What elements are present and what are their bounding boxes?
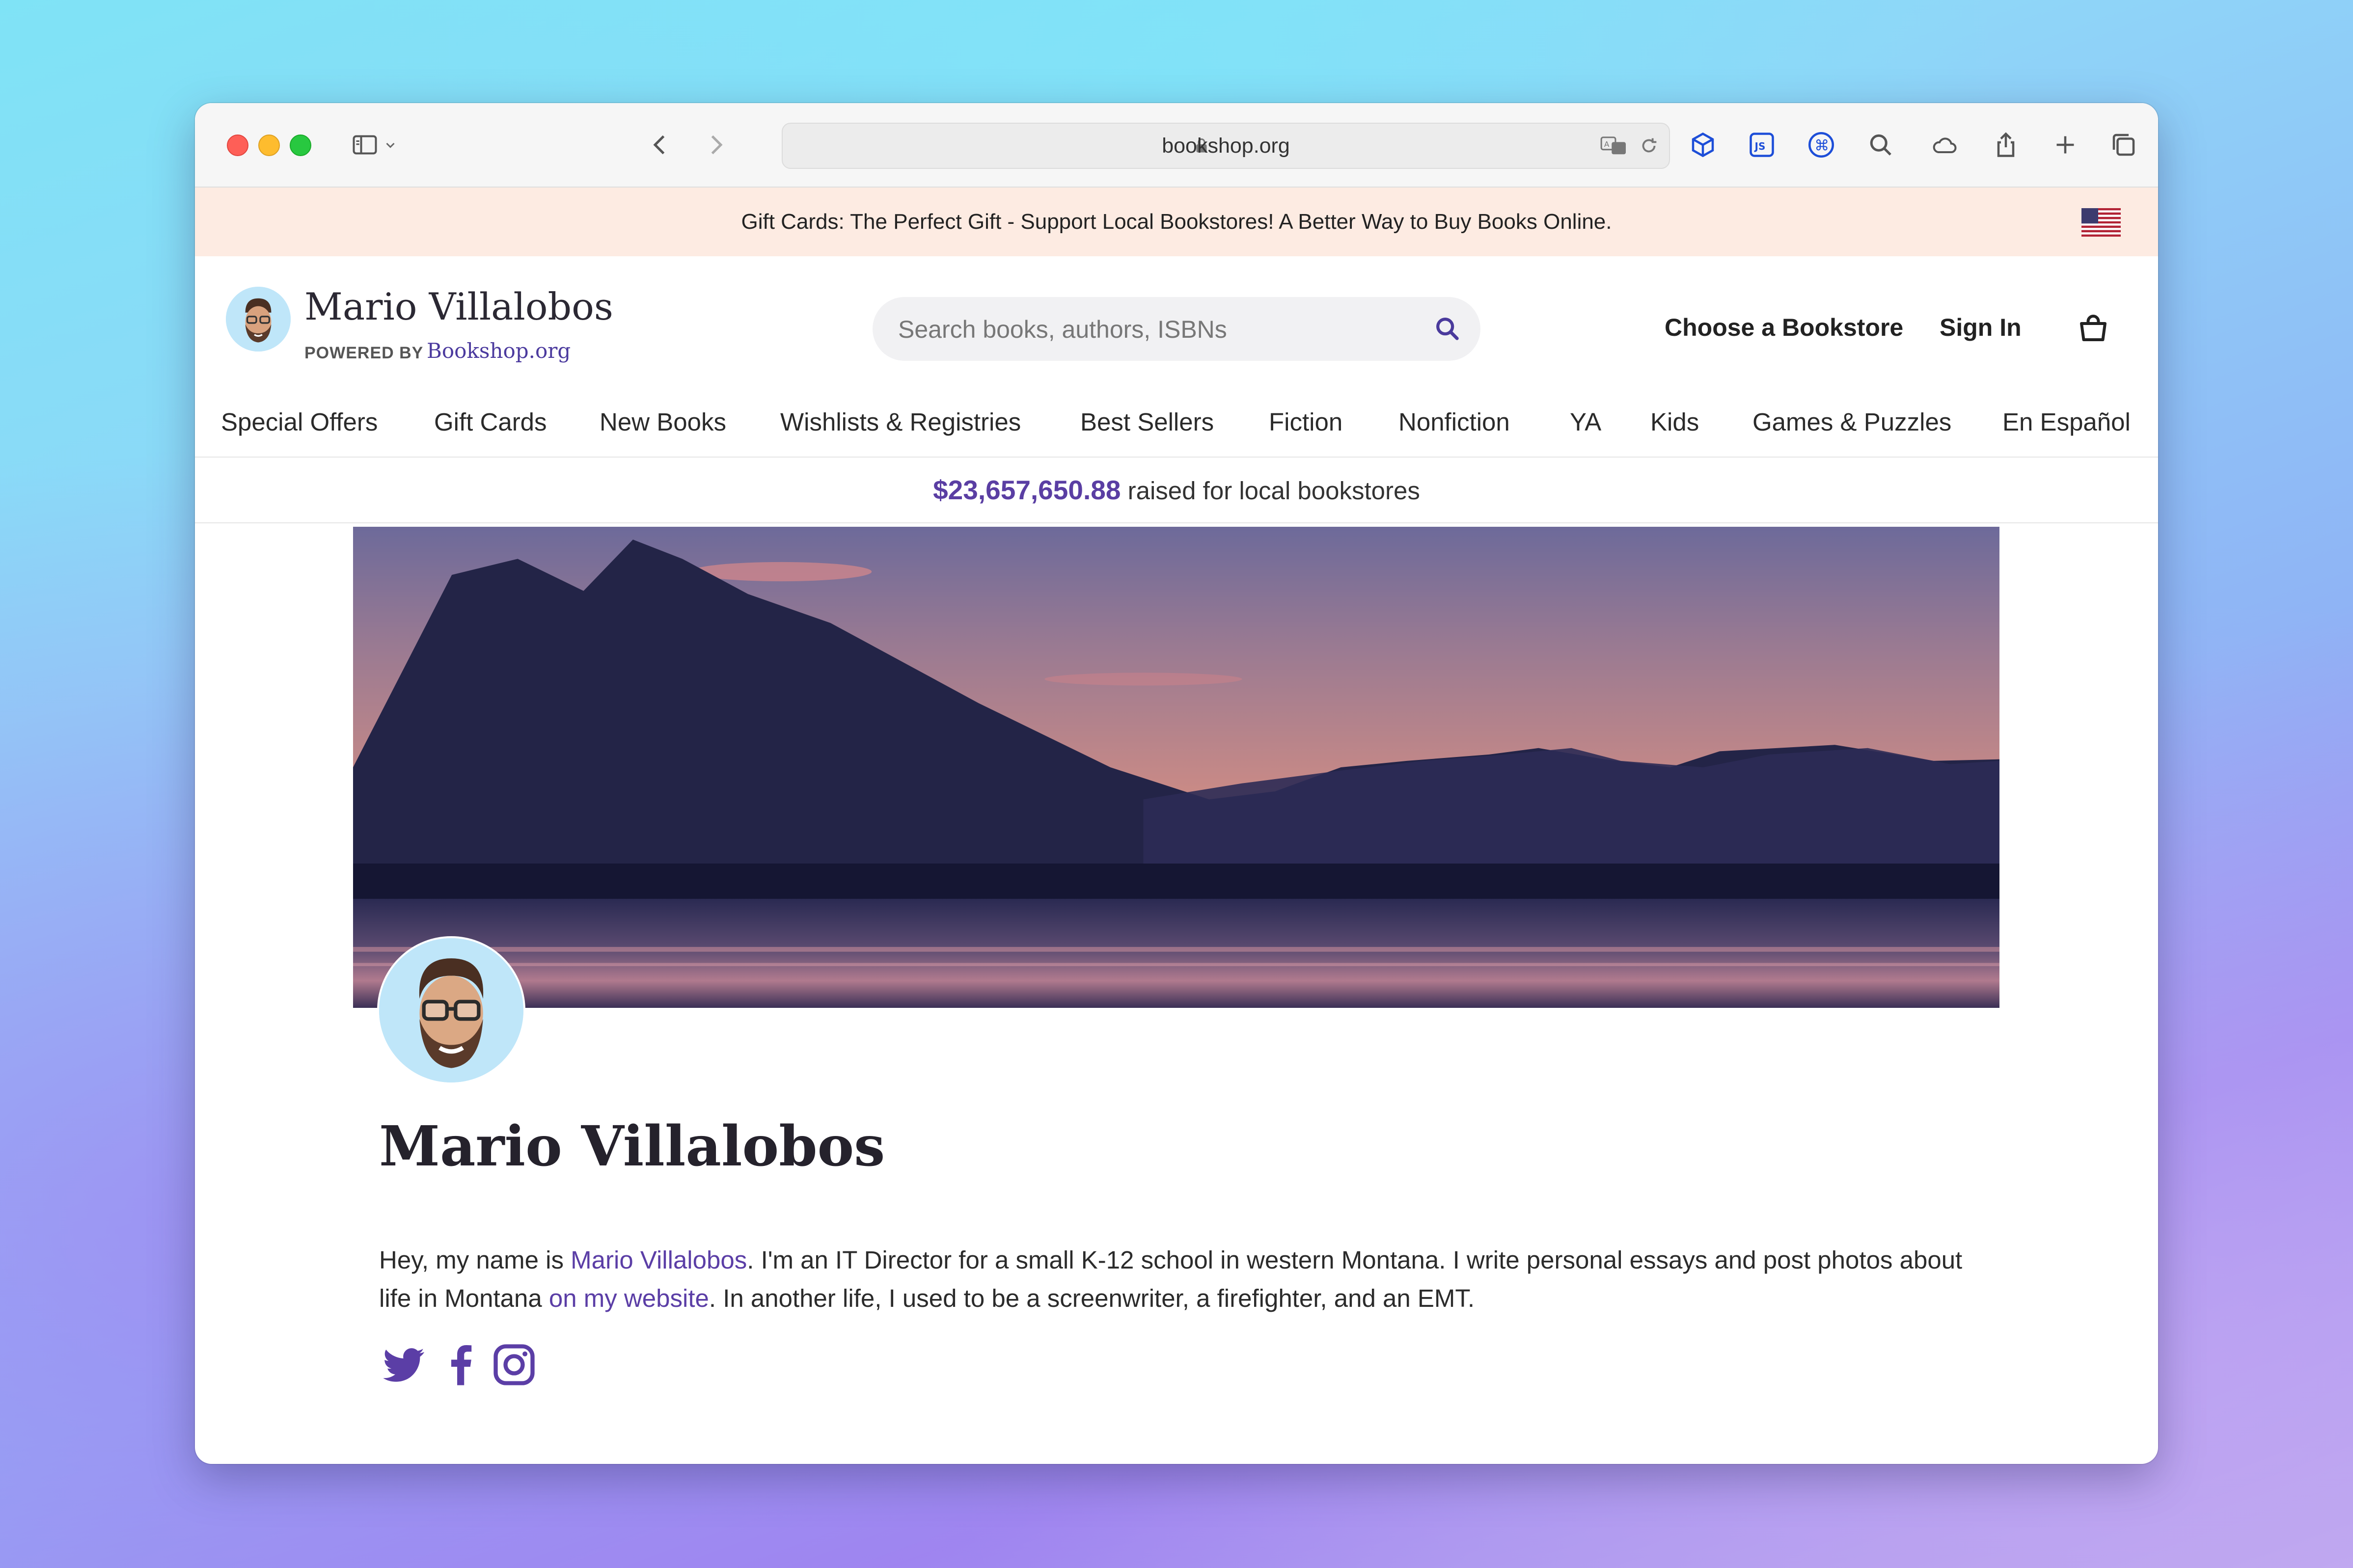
close-window-button[interactable] [227,135,248,156]
site-name[interactable]: Mario Villalobos [304,285,613,328]
search-icon[interactable] [1864,129,1897,161]
shopping-bag-icon[interactable] [2076,310,2111,346]
chevron-down-icon[interactable] [381,129,400,161]
nav-item-gift-cards[interactable]: Gift Cards [434,398,547,447]
avatar-small[interactable] [226,287,291,351]
website-link[interactable]: on my website [549,1284,709,1312]
bio-name-link[interactable]: Mario Villalobos [571,1246,747,1274]
svg-text:JS: JS [1754,140,1766,152]
category-nav: Special Offers Gift Cards New Books Wish… [195,398,2158,458]
cube-extension-icon[interactable] [1687,129,1719,161]
profile-name: Mario Villalobos [379,1114,885,1179]
minimize-window-button[interactable] [258,135,280,156]
search-icon[interactable] [1433,315,1462,343]
address-url: bookshop.org [1162,134,1290,158]
cover-photo [353,527,1999,1008]
facebook-icon[interactable] [437,1340,486,1389]
svg-text:⌘: ⌘ [1814,137,1829,154]
search-input[interactable] [897,297,1415,362]
nav-item-special-offers[interactable]: Special Offers [221,398,378,447]
raised-banner: $23,657,650.88 raised for local bookstor… [195,458,2158,523]
nav-item-en-espanol[interactable]: En Español [2002,398,2131,447]
browser-toolbar: bookshop.org A JS ⌘ [195,103,2158,188]
us-flag-icon[interactable] [2081,208,2121,237]
svg-text:A: A [1604,140,1610,149]
nav-item-games-puzzles[interactable]: Games & Puzzles [1752,398,1951,447]
nav-item-fiction[interactable]: Fiction [1269,398,1342,447]
reload-icon[interactable] [1638,135,1660,157]
twitter-icon[interactable] [379,1340,428,1389]
promo-banner: Gift Cards: The Perfect Gift - Support L… [195,188,2158,256]
bio-text: . In another life, I used to be a screen… [709,1284,1475,1312]
new-tab-plus-icon[interactable] [2049,129,2081,161]
powered-by-label: POWERED BY [304,344,424,362]
avatar[interactable] [377,936,525,1084]
zoom-window-button[interactable] [290,135,311,156]
instagram-icon[interactable] [490,1340,539,1389]
nav-item-best-sellers[interactable]: Best Sellers [1080,398,1214,447]
promo-text[interactable]: Gift Cards: The Perfect Gift - Support L… [195,188,2158,256]
browser-window: bookshop.org A JS ⌘ Gift Cards: The Perf… [195,103,2158,1464]
translate-icon[interactable]: A [1600,135,1629,157]
icloud-icon[interactable] [1928,129,1961,161]
nav-item-kids[interactable]: Kids [1650,398,1699,447]
nav-item-wishlists[interactable]: Wishlists & Registries [780,398,1021,447]
choose-bookstore-link[interactable]: Choose a Bookstore [1665,313,1903,342]
bookshop-brand-link[interactable]: Bookshop.org [427,339,571,363]
nav-item-nonfiction[interactable]: Nonfiction [1398,398,1510,447]
js-extension-icon[interactable]: JS [1746,129,1778,161]
sidebar-icon[interactable] [349,129,381,161]
search-box [873,297,1480,362]
raised-text: raised for local bookstores [1121,477,1420,505]
nav-item-new-books[interactable]: New Books [600,398,726,447]
tab-overview-icon[interactable] [2107,129,2140,161]
address-bar[interactable]: bookshop.org A [782,123,1670,169]
share-icon[interactable] [1990,129,2022,161]
bio-text: Hey, my name is [379,1246,571,1274]
profile-bio: Hey, my name is Mario Villalobos. I'm an… [379,1241,1999,1318]
raised-amount: $23,657,650.88 [933,475,1121,505]
sign-in-link[interactable]: Sign In [1940,313,2022,342]
nav-item-ya[interactable]: YA [1570,398,1601,447]
command-extension-icon[interactable]: ⌘ [1805,129,1837,161]
forward-arrow-icon[interactable] [700,129,732,161]
back-arrow-icon[interactable] [644,129,676,161]
